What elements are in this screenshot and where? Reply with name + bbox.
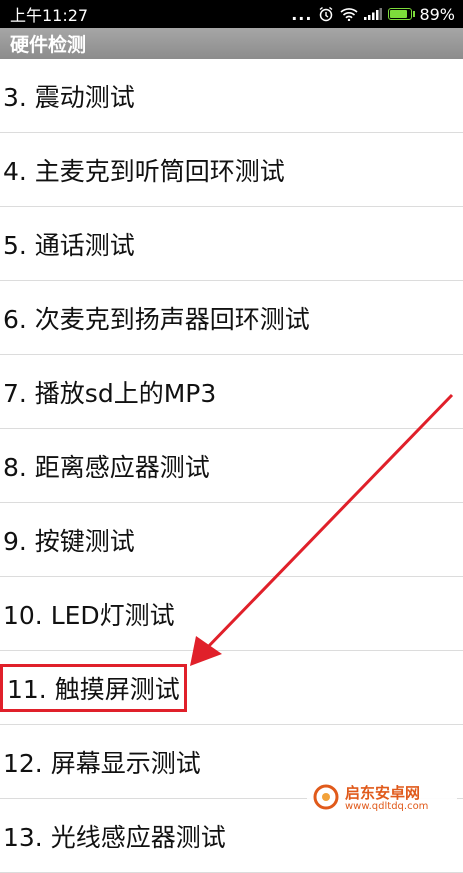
list-item[interactable]: 8. 距离感应器测试: [0, 429, 463, 503]
list-item-label: 12. 屏幕显示测试: [3, 748, 201, 778]
list-item[interactable]: 11. 触摸屏测试: [0, 651, 463, 725]
list-item-label: 13. 光线感应器测试: [3, 822, 226, 852]
battery-fill: [390, 10, 408, 18]
list-item-label: 8. 距离感应器测试: [3, 452, 210, 482]
page-title: 硬件检测: [10, 34, 87, 56]
battery-percent: 89%: [419, 4, 455, 24]
watermark-text: 启东安卓网 www.qdltdq.com: [345, 783, 429, 812]
app-bar: 硬件检测: [0, 28, 463, 59]
status-icons: ... 89%: [291, 5, 455, 24]
list-item[interactable]: 5. 通话测试: [0, 207, 463, 281]
status-time: 上午11:27: [10, 6, 89, 25]
list-item-label: 9. 按键测试: [3, 526, 135, 556]
test-list: 3. 震动测试 4. 主麦克到听筒回环测试 5. 通话测试 6. 次麦克到扬声器回环测…: [0, 59, 463, 873]
battery-icon: [388, 8, 413, 20]
list-item-label: 5. 通话测试: [3, 230, 135, 260]
list-item[interactable]: 10. LED灯测试: [0, 577, 463, 651]
status-bar: 上午11:27 ... 89%: [0, 0, 463, 28]
battery-indicator: 89%: [388, 5, 455, 24]
list-item-label: 10. LED灯测试: [3, 600, 175, 630]
list-item[interactable]: 6. 次麦克到扬声器回环测试: [0, 281, 463, 355]
list-item-label: 3. 震动测试: [3, 82, 135, 112]
list-item[interactable]: 4. 主麦克到听筒回环测试: [0, 133, 463, 207]
list-item[interactable]: 7. 播放sd上的MP3: [0, 355, 463, 429]
wifi-icon: [340, 7, 358, 21]
signal-icon: [364, 8, 383, 20]
list-item-label: 6. 次麦克到扬声器回环测试: [3, 304, 310, 334]
battery-tip: [413, 11, 416, 17]
watermark-url: www.qdltdq.com: [345, 800, 429, 812]
watermark-logo-icon: [313, 784, 339, 814]
list-item[interactable]: 3. 震动测试: [0, 59, 463, 133]
list-item-label: 7. 播放sd上的MP3: [3, 378, 217, 408]
list-item-label: 11. 触摸屏测试: [0, 663, 187, 712]
list-item[interactable]: 9. 按键测试: [0, 503, 463, 577]
alarm-icon: [318, 6, 334, 22]
list-item-label: 4. 主麦克到听筒回环测试: [3, 156, 285, 186]
watermark-name: 启东安卓网: [345, 783, 421, 802]
notification-dots: ...: [291, 4, 313, 24]
watermark: 启东安卓网 www.qdltdq.com: [307, 782, 457, 816]
